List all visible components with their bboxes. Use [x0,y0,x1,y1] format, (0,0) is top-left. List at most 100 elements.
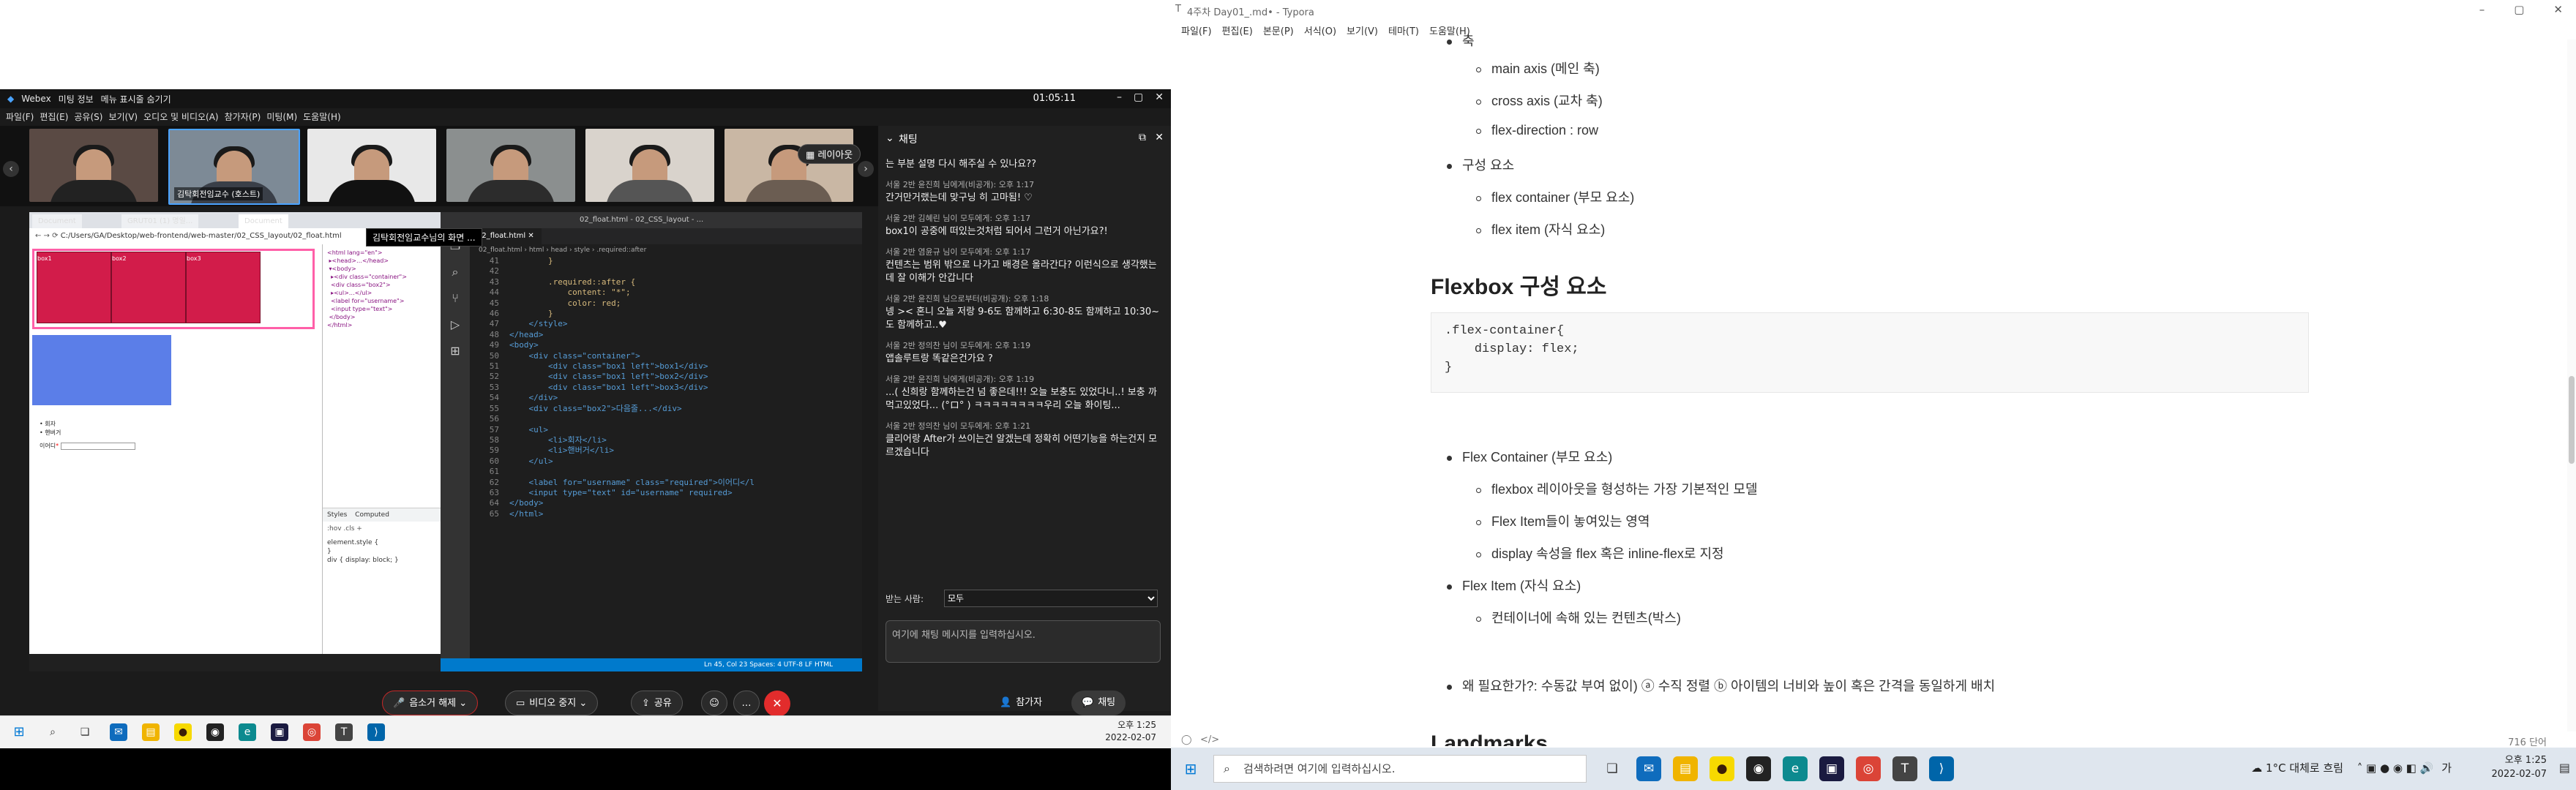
vscode-icon[interactable]: ⟩ [1929,756,1954,781]
stop-video-button[interactable]: ▭ 비디오 중지 ⌄ [505,691,599,715]
typora-scrollbar[interactable] [2567,40,2576,731]
strip-prev-icon[interactable]: ‹ [3,161,19,177]
close-icon[interactable]: ✕ [2553,3,2563,16]
windows-start-icon[interactable]: ⊞ [10,723,28,741]
menu-meeting[interactable]: 미팅(M) [266,110,297,123]
edge-icon[interactable]: e [239,723,256,741]
code-line: 47 </style> [470,319,836,329]
webex-meetings-icon[interactable]: ▣ [1819,756,1844,781]
kakaotalk-icon[interactable]: ● [174,723,192,741]
layout-button[interactable]: ▦ 레이아웃 [798,144,861,164]
shared-screen[interactable]: Document GRUT01 (1) 명일... Document ← → ⟳… [29,212,862,672]
typora-document[interactable]: 축 main axis (메인 축) cross axis (교차 축) fle… [1431,34,2309,746]
popout-icon[interactable]: ⧉ [1139,132,1146,143]
browser-tab[interactable]: Document [32,214,82,228]
browser-tab[interactable]: GRUT01 (1) 명일... [121,214,199,228]
participant-video[interactable] [724,129,853,202]
webex-meetings-icon[interactable]: ▣ [271,723,288,741]
menu-edit[interactable]: 편집(E) [40,110,68,123]
participant-video[interactable] [446,129,575,202]
nav-icons[interactable]: ← → ⟳ [35,232,61,240]
sidebar-toggle-icon[interactable]: ◯ [1181,734,1192,745]
more-button[interactable]: … [733,691,760,715]
participant-video[interactable] [29,129,158,202]
recipient-select[interactable]: 모두 [944,590,1158,607]
mail-icon[interactable]: ✉ [1636,756,1661,781]
menu-format[interactable]: 서식(O) [1304,23,1336,37]
meeting-info-button[interactable]: 미팅 정보 [59,93,94,105]
webex-taskbar-icon[interactable]: ◉ [206,723,224,741]
chat-close-icon[interactable]: ✕ [1155,132,1164,143]
unmute-button[interactable]: 🎤 음소거 해제 ⌄ [382,691,479,715]
username-input[interactable] [60,442,135,450]
menu-theme[interactable]: 테마(T) [1388,23,1419,37]
share-button[interactable]: ⇪ 공유 [631,691,683,715]
strip-next-icon[interactable]: › [858,161,874,177]
vscode-icon[interactable]: ⟩ [367,723,385,741]
end-call-button[interactable]: ✕ [764,691,790,717]
collapse-icon[interactable]: ⌄ [886,132,894,144]
menu-file[interactable]: 파일(F) [6,110,34,123]
menu-participants[interactable]: 참가자(P) [225,110,261,123]
weather-text[interactable]: 1°C 대체로 흐림 [2266,761,2343,775]
menu-share[interactable]: 공유(S) [74,110,102,123]
task-view-icon[interactable]: ❏ [76,723,94,741]
devtools-filter[interactable]: :hov .cls + [327,525,362,533]
close-icon[interactable]: ✕ [1155,91,1164,103]
code-block[interactable]: .flex-container{ display: flex; } [1431,312,2309,393]
word-count[interactable]: 716 단어 [2508,734,2547,748]
typora-menubar: 파일(F) 편집(E) 본문(P) 서식(O) 보기(V) 테마(T) 도움말(… [1171,20,2576,40]
vscode-status-bar: Ln 45, Col 23 Spaces: 4 UTF-8 LF HTML [441,658,862,672]
devtools-tab-computed[interactable]: Computed [355,511,389,519]
menu-view[interactable]: 보기(V) [1347,23,1378,37]
chat-button[interactable]: 💬 채팅 [1071,691,1126,715]
menu-toggle-button[interactable]: 메뉴 표시줄 숨기기 [101,93,171,105]
menu-help[interactable]: 도움말(H) [303,110,341,123]
minimize-icon[interactable]: – [1117,91,1122,103]
typora-icon[interactable]: T [335,723,353,741]
edge-icon[interactable]: e [1783,756,1808,781]
search-icon[interactable]: ⌕ [44,723,61,741]
menu-paragraph[interactable]: 본문(P) [1263,23,1294,37]
menu-view[interactable]: 보기(V) [108,110,138,123]
task-view-icon[interactable]: ❏ [1600,756,1625,781]
reactions-button[interactable]: ☺ [701,691,727,715]
menu-file[interactable]: 파일(F) [1181,23,1212,37]
mail-icon[interactable]: ✉ [110,723,127,741]
chrome-icon[interactable]: ◎ [303,723,321,741]
ime-indicator[interactable]: 가 [2441,761,2452,775]
code-line: 55 <div class="box2">다음줄...</div> [470,404,836,414]
participants-button[interactable]: 👤 참가자 [989,691,1052,715]
webex-taskbar-icon[interactable]: ◉ [1746,756,1771,781]
file-explorer-icon[interactable]: ▤ [142,723,160,741]
chat-message-text: 넹 >< 혼니 오늘 저랑 9-6도 함께하고 6:30-8도 함께하고 10:… [886,306,1160,331]
typora-icon[interactable]: T [1892,756,1917,781]
windows-start-icon[interactable]: ⊞ [1178,756,1203,781]
chat-input[interactable]: 여기에 채팅 메시지를 입력하십시오. [886,620,1161,663]
maximize-icon[interactable]: ▢ [1134,91,1143,103]
browser-tab-active[interactable]: Document [239,214,288,228]
vscode-editor[interactable]: 41 } 42 43 .required::after {44 content: "… [470,256,836,651]
line-number: 41 [489,256,499,266]
scroll-thumb[interactable] [2569,376,2575,464]
kakaotalk-icon[interactable]: ● [1710,756,1734,781]
source-mode-icon[interactable]: </> [1200,734,1219,745]
right-clock[interactable]: 오후 1:25 2022-02-07 [2491,753,2547,781]
participant-video[interactable] [585,129,714,202]
menu-audio-video[interactable]: 오디오 및 비디오(A) [143,110,218,123]
devtools-tab-styles[interactable]: Styles [327,511,347,519]
chrome-icon[interactable]: ◎ [1856,756,1881,781]
host-participant-video[interactable]: 김탁회전임교수 (호스트) [168,129,300,205]
left-clock[interactable]: 오후 1:25 2022-02-07 [1105,719,1156,744]
tray-icons[interactable]: ˄ ▣ ● ◉ ◧ 🔊 [2357,761,2437,775]
participant-video[interactable] [307,129,436,202]
maximize-icon[interactable]: ▢ [2514,3,2524,16]
menu-edit[interactable]: 편집(E) [1222,23,1253,37]
taskbar-search-input[interactable]: 검색하려면 여기에 입력하십시오. [1213,755,1587,783]
notification-icon[interactable]: ▤ [2559,761,2570,775]
activity-icons[interactable]: ❐⌕⑂▷⊞ [441,228,470,364]
file-explorer-icon[interactable]: ▤ [1673,756,1698,781]
minimize-icon[interactable]: – [2479,3,2485,16]
list-item-text: 회자 [45,421,56,427]
chat-messages[interactable]: 는 부분 설명 다시 해주실 수 있나요?? 서울 2반 윤진희 님에게(비공개… [886,158,1164,568]
